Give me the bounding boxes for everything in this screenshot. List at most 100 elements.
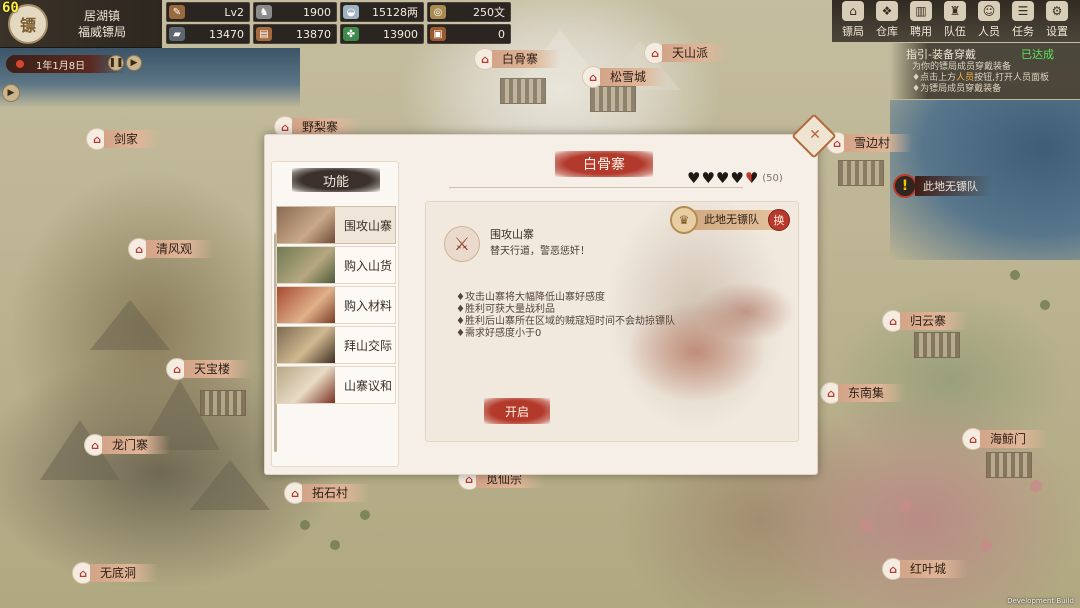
menu-warehouse-button[interactable]: ❖ 仓库 xyxy=(870,0,904,42)
village-icon[interactable] xyxy=(838,160,884,186)
iron-icon: ▰ xyxy=(169,27,185,41)
function-item[interactable]: 拜山交际 xyxy=(276,326,396,364)
exclamation-icon: ! xyxy=(893,174,917,198)
quest-tracker[interactable]: 指引-装备穿戴 已达成 为你的镖局成员穿戴装备 ♦点击上方人员按钮,打开人员面板… xyxy=(890,43,1080,99)
town-name: 居湖镇 xyxy=(83,9,120,23)
action-detail-panel: ⚔ 围攻山寨 替天行道，警恶惩奸！ ♦攻击山寨将大幅降低山寨好感度 ♦胜利可获大量… xyxy=(425,201,799,442)
place-longmen-zhai[interactable]: ⌂ 龙门寨 xyxy=(84,434,171,456)
menu-label: 仓库 xyxy=(876,25,898,38)
resource-item: ▰ 13470 xyxy=(166,24,250,44)
heart-icon: ♥ xyxy=(715,169,730,187)
quest-line: 为你的镖局成员穿戴装备 xyxy=(912,62,1012,72)
effect-line: ♦需求好感度小于0 xyxy=(456,328,542,339)
village-icon[interactable] xyxy=(914,332,960,358)
location-title: 白骨寨 xyxy=(555,151,653,177)
tree-decoration xyxy=(1040,300,1050,310)
place-tianshan-pai[interactable]: ⌂ 天山派 xyxy=(644,42,731,64)
horse-icon: ♞ xyxy=(256,5,272,19)
date-marker-icon xyxy=(16,60,24,68)
header-divider xyxy=(449,187,743,188)
menu-tasks-button[interactable]: ☰ 任务 xyxy=(1006,0,1040,42)
place-haijing-men[interactable]: ⌂ 海鲸门 xyxy=(962,428,1049,450)
resource-value: Lv2 xyxy=(224,5,244,19)
place-xuebian-cun[interactable]: ⌂ 雪边村 xyxy=(826,132,913,154)
hire-icon: ▥ xyxy=(910,1,932,21)
lion-crest-icon: ♛ xyxy=(670,206,698,234)
herb-icon: ✤ xyxy=(343,27,359,41)
escort-team-selector[interactable]: ♛ 此地无镖队 换 xyxy=(670,206,792,234)
silver-ingot-icon: ◒ xyxy=(343,5,359,19)
favor-value: (50) xyxy=(762,173,783,184)
start-button[interactable]: 开启 xyxy=(484,398,550,424)
function-label: 购入山货 xyxy=(343,258,392,273)
menu-agency-button[interactable]: ⌂ 镖局 xyxy=(836,0,870,42)
resource-bar: ✎ Lv2 ♞ 1900 ◒ 15128两 ◎ 250文 ▰ 13470 ▤ 13870 ✤ 13900 ▣… xyxy=(166,2,511,44)
function-item[interactable]: 围攻山寨 xyxy=(276,206,396,244)
place-tuoshi-cun[interactable]: ⌂ 拓石村 xyxy=(284,482,371,504)
wood-icon: ▤ xyxy=(256,27,272,41)
place-jian-jia[interactable]: ⌂ 剑家 xyxy=(86,128,161,150)
resource-item: ◒ 15128两 xyxy=(340,2,424,22)
function-thumbnail xyxy=(277,247,335,283)
menu-settings-button[interactable]: ⚙ 设置 xyxy=(1040,0,1074,42)
mountain-decoration xyxy=(190,460,270,510)
bandit-camp-dialog: 功能 围攻山寨 购入山货 购入材料 拜山交际 山寨议和 白骨寨 ♥ ♥ ♥ ♥ ♥ (50) ⚔ … xyxy=(264,134,818,475)
function-item[interactable]: 购入山货 xyxy=(276,246,396,284)
swap-team-button[interactable]: 换 xyxy=(768,209,790,231)
scroll-icon: ✎ xyxy=(169,5,185,19)
speed-button[interactable]: ▶ xyxy=(126,55,142,71)
team-icon: ♜ xyxy=(944,1,966,21)
bandit-alert[interactable]: ! 此地无镖队 xyxy=(893,174,992,198)
close-icon[interactable]: ✕ xyxy=(806,126,824,144)
function-item[interactable]: 山寨议和 xyxy=(276,366,396,404)
place-hongye-cheng[interactable]: ⌂ 红叶城 xyxy=(882,558,969,580)
heart-icon: ♥ xyxy=(701,169,715,187)
menu-label: 任务 xyxy=(1012,25,1034,38)
place-songxue-cheng[interactable]: ⌂ 松雪城 xyxy=(582,66,669,88)
main-menu: ⌂ 镖局 ❖ 仓库 ▥ 聘用 ♜ 队伍 ☺ 人员 ☰ 任务 ⚙ 设置 xyxy=(832,0,1080,42)
gear-icon: ⚙ xyxy=(1046,1,1068,21)
crossed-swords-icon: ⚔ xyxy=(444,226,480,262)
menu-people-button[interactable]: ☺ 人员 xyxy=(972,0,1006,42)
warehouse-icon: ❖ xyxy=(876,1,898,21)
favor-hearts: ♥ ♥ ♥ ♥ ♥ (50) xyxy=(687,171,783,186)
resource-item: ◎ 250文 xyxy=(427,2,511,22)
menu-hire-button[interactable]: ▥ 聘用 xyxy=(904,0,938,42)
village-icon[interactable] xyxy=(500,78,546,104)
tree-decoration xyxy=(1010,270,1020,280)
function-thumbnail xyxy=(277,327,335,363)
agency-header[interactable]: 镖 居湖镇 福威镖局 xyxy=(0,0,162,48)
expand-panel-button[interactable]: ▶ xyxy=(2,84,20,102)
menu-label: 人员 xyxy=(978,25,1000,38)
place-qingfeng-guan[interactable]: ⌂ 清风观 xyxy=(128,238,215,260)
heart-icon: ♥ xyxy=(687,169,701,187)
village-icon[interactable] xyxy=(590,86,636,112)
resource-item: ♞ 1900 xyxy=(253,2,337,22)
menu-label: 队伍 xyxy=(944,25,966,38)
place-baigu-zhai[interactable]: ⌂ 白骨寨 xyxy=(474,48,561,70)
fps-counter: 60 xyxy=(2,0,19,16)
quest-line: ♦点击上方人员按钮,打开人员面板 xyxy=(912,73,1049,83)
resource-value: 13900 xyxy=(383,27,418,41)
chest-icon: ▣ xyxy=(430,27,446,41)
person-icon: ☺ xyxy=(978,1,1000,21)
place-dongnan-ji[interactable]: ⌂ 东南集 xyxy=(820,382,907,404)
menu-label: 设置 xyxy=(1046,25,1068,38)
quest-line: ♦为镖局成员穿戴装备 xyxy=(912,84,1002,94)
menu-team-button[interactable]: ♜ 队伍 xyxy=(938,0,972,42)
action-effects: ♦攻击山寨将大幅降低山寨好感度 ♦胜利可获大量战利品 ♦胜利后山寨所在区域的贼寇短时… xyxy=(456,292,675,340)
place-guiyun-zhai[interactable]: ⌂ 归云寨 xyxy=(882,310,969,332)
dev-build-label: Development Build xyxy=(1007,597,1074,605)
heart-icon: ♥ xyxy=(744,169,759,187)
pause-button[interactable]: ❚❚ xyxy=(108,55,124,71)
quest-highlight: 人员 xyxy=(956,73,975,83)
resource-item: ▤ 13870 xyxy=(253,24,337,44)
function-item[interactable]: 购入材料 xyxy=(276,286,396,324)
place-wudi-dong[interactable]: ⌂ 无底洞 xyxy=(72,562,159,584)
function-label: 围攻山寨 xyxy=(343,218,392,233)
function-list: 围攻山寨购入山货购入材料 拜山交际 山寨议和 xyxy=(276,206,396,406)
place-tianbao-lou[interactable]: ⌂ 天宝楼 xyxy=(166,358,253,380)
village-icon[interactable] xyxy=(986,452,1032,478)
tree-decoration xyxy=(360,510,370,520)
village-icon[interactable] xyxy=(200,390,246,416)
